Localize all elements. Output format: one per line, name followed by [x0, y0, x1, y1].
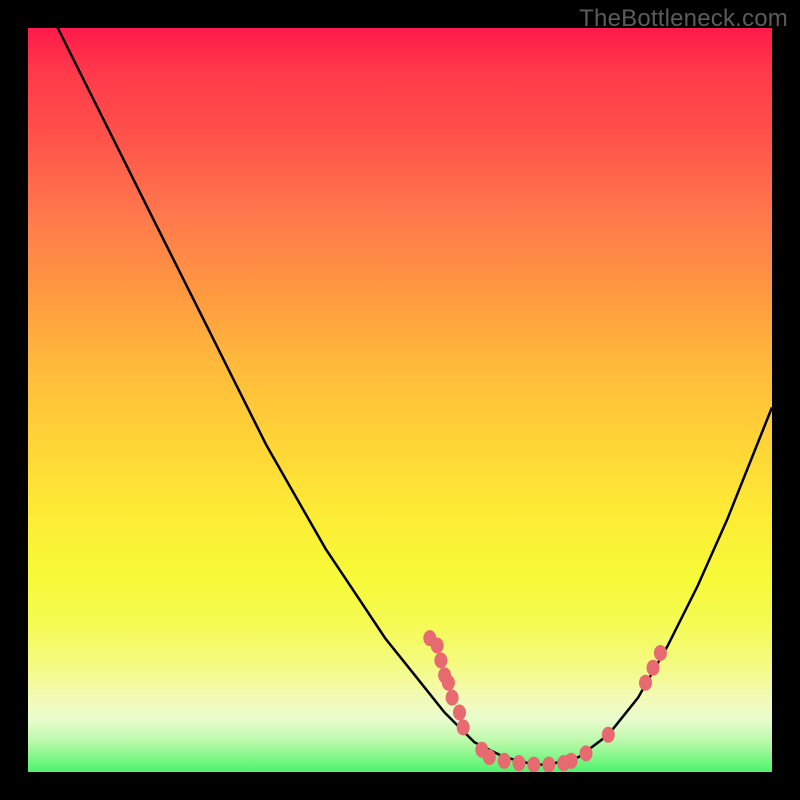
data-marker: [527, 757, 540, 772]
data-marker: [446, 690, 459, 706]
data-marker: [565, 753, 578, 769]
data-marker: [453, 705, 466, 721]
chart-frame: [28, 28, 772, 772]
plot-area: [28, 28, 772, 772]
data-marker: [457, 719, 470, 735]
watermark-text: TheBottleneck.com: [579, 5, 788, 33]
data-marker: [513, 755, 526, 771]
data-marker: [442, 675, 455, 691]
data-markers: [423, 630, 667, 772]
data-marker: [580, 745, 593, 761]
data-marker: [602, 727, 615, 743]
data-marker: [431, 638, 444, 654]
data-marker: [654, 645, 667, 661]
data-marker: [647, 660, 660, 676]
data-marker: [483, 749, 496, 765]
data-marker: [498, 753, 511, 769]
data-marker: [542, 757, 555, 772]
data-marker: [434, 652, 447, 668]
chart-svg: [28, 28, 772, 772]
data-marker: [639, 675, 652, 691]
